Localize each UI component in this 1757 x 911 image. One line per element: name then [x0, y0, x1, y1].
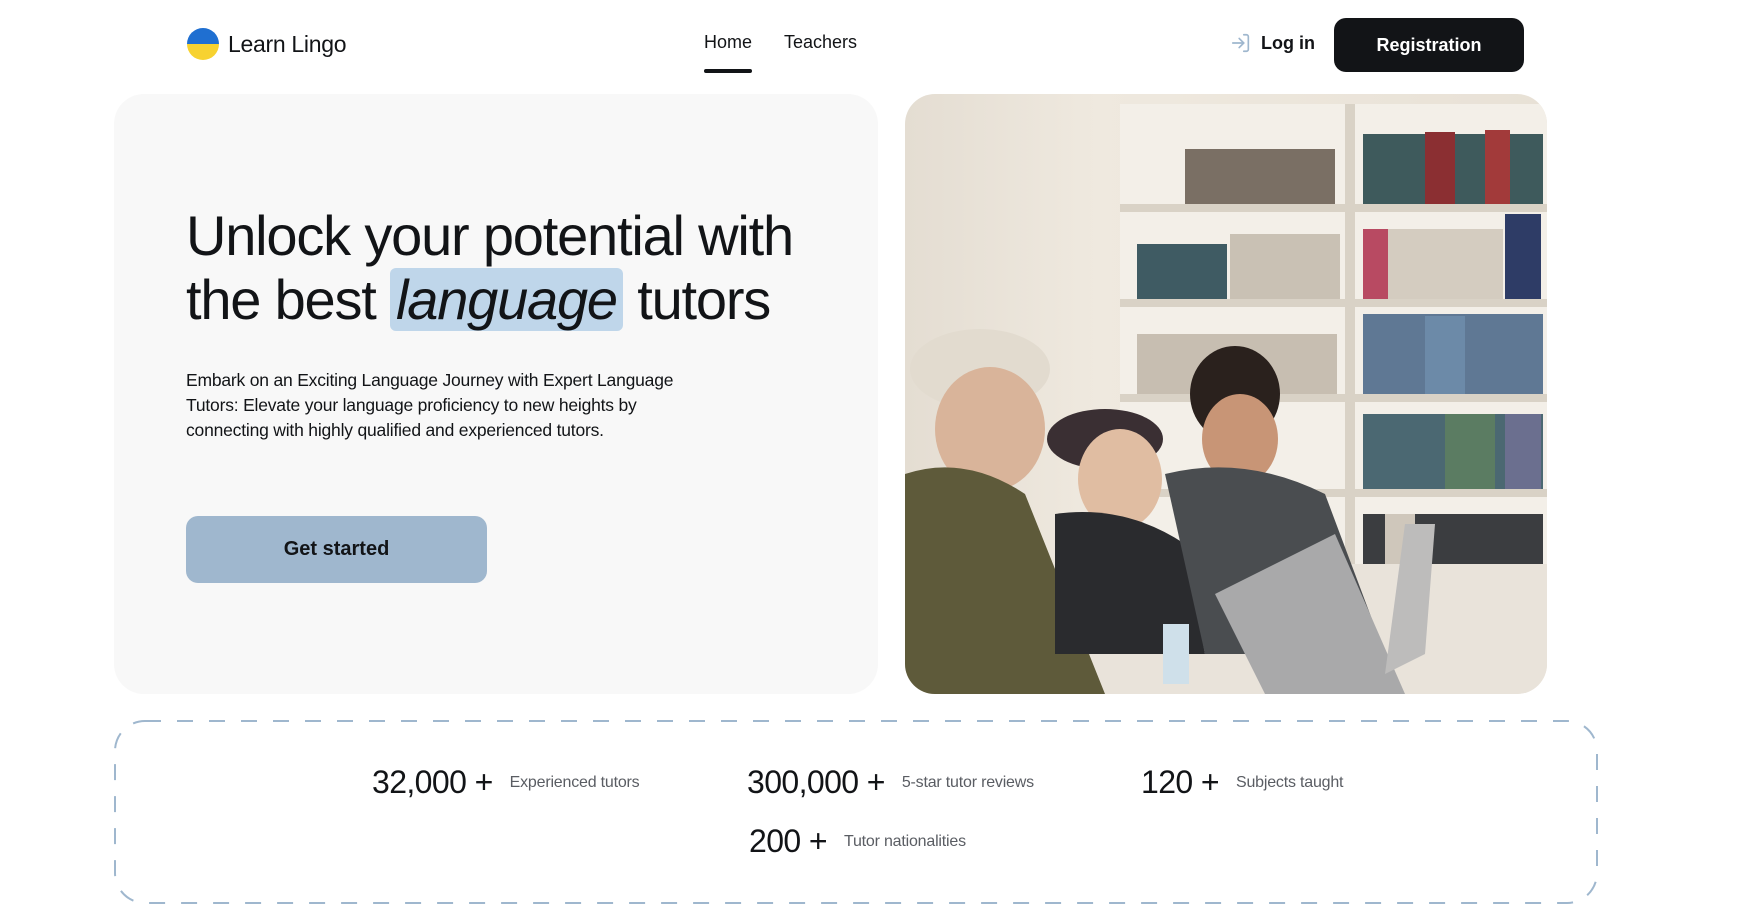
stat-item: 200 + Tutor nationalities — [749, 823, 966, 860]
stat-item: 120 + Subjects taught — [1141, 764, 1343, 801]
site-header: Learn Lingo Home Teachers Log in Registr… — [0, 0, 1757, 80]
hero-title-highlight: language — [390, 268, 623, 331]
stat-value: 32,000 + — [372, 764, 493, 800]
main-nav: Home Teachers — [704, 32, 857, 73]
login-button[interactable]: Log in — [1230, 32, 1315, 54]
registration-button[interactable]: Registration — [1334, 18, 1524, 72]
stat-label: Tutor nationalities — [843, 832, 966, 850]
brand-name: Learn Lingo — [228, 30, 347, 57]
library-photo-illustration — [905, 94, 1547, 694]
stats-dashed-border — [114, 720, 1598, 904]
ukraine-flag-icon — [187, 28, 219, 60]
stat-item: 300,000 + 5-star tutor reviews — [747, 764, 1034, 801]
stats-panel: 32,000 + Experienced tutors 300,000 + 5-… — [114, 720, 1598, 904]
stat-value: 120 + — [1141, 764, 1220, 800]
hero-card: Unlock your potential with the best lang… — [114, 94, 878, 694]
stat-value: 300,000 + — [747, 764, 885, 800]
login-label: Log in — [1261, 32, 1315, 53]
stat-label: 5-star tutor reviews — [901, 773, 1034, 791]
nav-item-teachers[interactable]: Teachers — [784, 32, 857, 61]
hero-title: Unlock your potential with the best lang… — [186, 204, 826, 332]
nav-item-home[interactable]: Home — [704, 32, 753, 73]
get-started-button[interactable]: Get started — [186, 516, 487, 583]
stat-label: Experienced tutors — [509, 773, 640, 791]
stat-label: Subjects taught — [1235, 773, 1344, 791]
login-arrow-icon — [1231, 33, 1250, 53]
stat-item: 32,000 + Experienced tutors — [372, 764, 640, 801]
brand-logo-link[interactable]: Learn Lingo — [187, 28, 347, 60]
hero-title-part2: tutors — [637, 268, 771, 331]
hero-subtitle: Embark on an Exciting Language Journey w… — [186, 370, 674, 440]
hero-photo — [905, 94, 1547, 694]
stat-value: 200 + — [749, 823, 828, 859]
